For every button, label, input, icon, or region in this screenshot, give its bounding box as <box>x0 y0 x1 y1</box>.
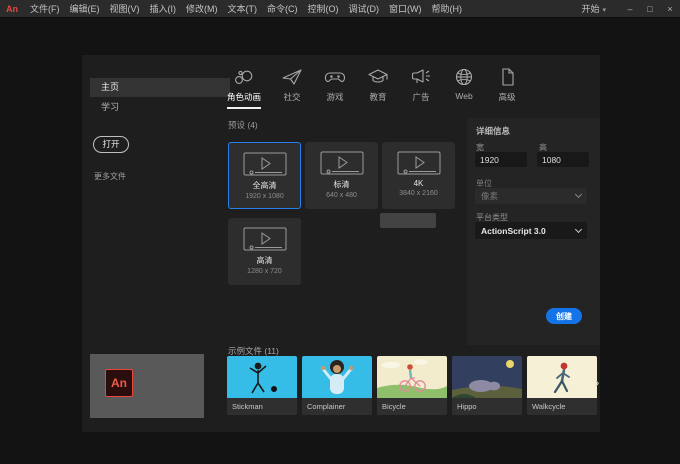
details-header: 详细信息 <box>476 126 511 136</box>
sample-card-hippo[interactable]: Hippo <box>452 356 522 415</box>
tab-label: Web <box>455 91 473 101</box>
menu-item-help[interactable]: 帮助(H) <box>427 2 468 15</box>
tab-label: 广告 <box>412 92 430 102</box>
video-preset-icon <box>243 227 286 251</box>
tooltip <box>380 213 436 228</box>
width-input[interactable] <box>475 152 527 167</box>
video-preset-icon <box>320 151 363 175</box>
menu-item-text[interactable]: 文本(T) <box>223 2 263 15</box>
menu-item-window[interactable]: 窗口(W) <box>384 2 427 15</box>
tab-label: 角色动画 <box>227 92 262 102</box>
sample-card-bicycle[interactable]: Bicycle <box>377 356 447 415</box>
sample-card-complainer[interactable]: Complainer <box>302 356 372 415</box>
preset-card-full-hd[interactable]: 全高清 1920 x 1080 <box>228 142 301 209</box>
preset-card-4k[interactable]: 4K 3840 x 2160 <box>382 142 455 209</box>
sample-name: Hippo <box>452 398 522 415</box>
tab-label: 高级 <box>498 92 516 102</box>
titlebar: An 文件(F) 编辑(E) 视图(V) 插入(I) 修改(M) 文本(T) 命… <box>0 0 680 18</box>
preset-name: 标清 <box>333 180 350 189</box>
document-icon <box>502 68 514 86</box>
minimize-button[interactable]: – <box>620 4 640 14</box>
menu-item-insert[interactable]: 插入(I) <box>145 2 182 15</box>
sample-name: Walkcycle <box>527 398 597 415</box>
bicycle-thumbnail <box>377 356 447 398</box>
hippo-thumbnail <box>452 356 522 398</box>
preset-card-hd[interactable]: 高清 1280 x 720 <box>228 218 301 285</box>
preset-size: 3840 x 2160 <box>399 190 438 197</box>
tab-web[interactable]: Web <box>452 67 476 107</box>
complainer-thumbnail <box>302 356 372 398</box>
samples-next-button[interactable]: › <box>595 375 599 390</box>
preset-size: 1920 x 1080 <box>245 193 284 200</box>
sample-name: Complainer <box>302 398 372 415</box>
game-controller-icon <box>324 72 346 83</box>
tab-education[interactable]: 教育 <box>366 67 390 109</box>
menu-item-debug[interactable]: 调试(D) <box>344 2 385 15</box>
create-button[interactable]: 创建 <box>546 308 582 324</box>
sample-card-walkcycle[interactable]: Walkcycle <box>527 356 597 415</box>
presets-header: 预设 (4) <box>228 120 258 130</box>
preset-name: 高清 <box>256 256 273 265</box>
graduation-cap-icon <box>368 69 388 83</box>
character-animation-icon <box>235 70 253 84</box>
category-tabs: 角色动画 社交 游戏 教育 广告 Web 高级 <box>227 67 519 109</box>
sample-name: Stickman <box>227 398 297 415</box>
open-button[interactable]: 打开 <box>93 136 129 153</box>
platform-value: ActionScript 3.0 <box>481 225 546 236</box>
menu-item-control[interactable]: 控制(O) <box>303 2 344 15</box>
tab-ads[interactable]: 广告 <box>409 67 433 109</box>
chevron-down-icon: ▾ <box>602 7 606 14</box>
tab-label: 教育 <box>369 92 387 102</box>
preset-name: 全高清 <box>252 181 277 190</box>
close-button[interactable]: × <box>660 4 680 14</box>
workspace-label: 开始 <box>581 4 600 14</box>
menu-item-modify[interactable]: 修改(M) <box>181 2 223 15</box>
video-preset-icon <box>243 152 286 176</box>
preset-size: 1280 x 720 <box>247 268 282 275</box>
sample-name: Bicycle <box>377 398 447 415</box>
menubar: 文件(F) 编辑(E) 视图(V) 插入(I) 修改(M) 文本(T) 命令(C… <box>25 2 467 15</box>
tab-social[interactable]: 社交 <box>280 67 304 109</box>
start-screen-panel: 主页 学习 打开 更多文件 角色动画 社交 游戏 教育 广告 Web 高级 预设… <box>82 55 600 432</box>
menu-item-file[interactable]: 文件(F) <box>25 2 65 15</box>
globe-icon <box>455 68 473 86</box>
sidebar-item-learn[interactable]: 学习 <box>101 100 119 113</box>
workspace-switcher[interactable]: 开始 ▾ <box>581 2 606 15</box>
titlebar-right: 开始 ▾ – □ × <box>581 2 680 15</box>
animate-start-window: An 文件(F) 编辑(E) 视图(V) 插入(I) 修改(M) 文本(T) 命… <box>0 0 680 464</box>
animate-app-icon: An <box>6 3 18 14</box>
tab-label: 社交 <box>283 92 301 102</box>
units-value: 像素 <box>481 191 499 201</box>
units-dropdown[interactable]: 像素 <box>475 188 587 204</box>
megaphone-icon <box>411 69 431 83</box>
maximize-button[interactable]: □ <box>640 4 660 14</box>
sidebar-item-home[interactable]: 主页 <box>90 78 230 97</box>
chevron-down-icon <box>574 190 583 199</box>
paper-plane-icon <box>282 69 302 85</box>
menu-item-view[interactable]: 视图(V) <box>105 2 145 15</box>
menu-item-edit[interactable]: 编辑(E) <box>65 2 105 15</box>
stickman-thumbnail <box>227 356 297 398</box>
tab-advanced[interactable]: 高级 <box>495 67 519 109</box>
walkcycle-thumbnail <box>527 356 597 398</box>
height-input[interactable] <box>537 152 589 167</box>
sample-card-stickman[interactable]: Stickman <box>227 356 297 415</box>
video-preset-icon <box>397 151 440 175</box>
platform-dropdown[interactable]: ActionScript 3.0 <box>475 222 587 239</box>
tab-games[interactable]: 游戏 <box>323 67 347 109</box>
details-panel: 详细信息 宽 高 单位 像素 平台类型 ActionScript 3.0 创建 <box>467 118 600 345</box>
preset-size: 640 x 480 <box>326 192 357 199</box>
chevron-down-icon <box>574 225 583 233</box>
animate-logo: An <box>105 369 133 397</box>
tab-label: 游戏 <box>326 92 344 102</box>
preset-card-sd[interactable]: 标清 640 x 480 <box>305 142 378 209</box>
more-files-label: 更多文件 <box>94 172 126 181</box>
tab-character-animation[interactable]: 角色动画 <box>227 67 262 109</box>
menu-item-commands[interactable]: 命令(C) <box>262 2 303 15</box>
preset-name: 4K <box>413 179 424 188</box>
animate-brand-card: An <box>90 354 204 418</box>
